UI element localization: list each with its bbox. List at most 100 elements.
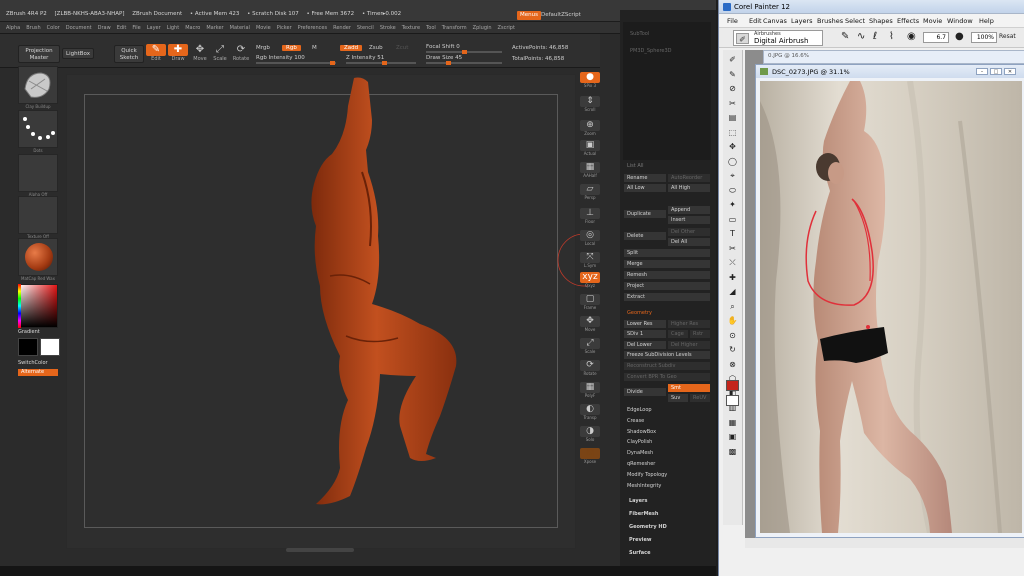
menu-item[interactable]: Preferences: [298, 22, 327, 33]
right-shelf-button[interactable]: ◎ Local: [580, 230, 600, 246]
subtool-list-item[interactable]: [627, 81, 687, 89]
all-high-button[interactable]: All High: [668, 184, 710, 192]
painter-menu-item[interactable]: Brushes: [817, 17, 843, 25]
divide-button[interactable]: Divide: [624, 388, 666, 396]
painter-menu-item[interactable]: Effects: [897, 17, 919, 25]
geometry-subpalette[interactable]: ClayPolish: [624, 438, 710, 446]
material-thumb[interactable]: MatCap Red Wax: [18, 238, 58, 281]
painter-menu-item[interactable]: File: [727, 17, 738, 25]
size-input[interactable]: 6.7: [923, 32, 949, 43]
move-button[interactable]: ✥ Move: [190, 44, 210, 62]
right-shelf-button[interactable]: ⟳ Rotate: [580, 360, 600, 376]
draw-size-slider[interactable]: Draw Size 45: [426, 55, 462, 61]
menu-item[interactable]: Document: [66, 22, 92, 33]
menu-item[interactable]: Picker: [277, 22, 292, 33]
brush-tracking-icon[interactable]: ✎: [841, 31, 849, 43]
stroke-thumb[interactable]: Dots: [18, 110, 58, 153]
draw-button[interactable]: ✚ Draw: [168, 44, 188, 62]
right-shelf-button[interactable]: ⊥ Floor: [580, 208, 600, 224]
right-shelf-button[interactable]: ⇕ Scroll: [580, 96, 600, 112]
default-script-button[interactable]: DefaultZScript: [541, 12, 581, 18]
menu-item[interactable]: Stroke: [380, 22, 396, 33]
delete-button[interactable]: Delete: [624, 232, 666, 240]
menu-item[interactable]: Transform: [442, 22, 467, 33]
focal-shift-track[interactable]: [426, 50, 502, 54]
menu-item[interactable]: Brush: [26, 22, 40, 33]
doc-maximize-button[interactable]: □: [990, 68, 1002, 75]
rotate-button[interactable]: ⟳ Rotate: [231, 44, 251, 62]
toolbox-tool-icon[interactable]: ⬚: [726, 127, 739, 138]
zsub-button[interactable]: Zsub: [369, 45, 383, 51]
suv-toggle[interactable]: Suv: [668, 394, 688, 402]
menus-button[interactable]: Menus: [517, 11, 541, 20]
palette-header[interactable]: Surface: [626, 549, 710, 557]
menu-item[interactable]: Stencil: [357, 22, 374, 33]
menu-item[interactable]: Layer: [147, 22, 161, 33]
texture-thumb[interactable]: Texture Off: [18, 196, 58, 239]
subtool-list-item[interactable]: [627, 149, 687, 157]
doc-close-button[interactable]: ✕: [1004, 68, 1016, 75]
toolbox-tool-icon[interactable]: ◢: [726, 286, 739, 297]
toolbox-tool-icon[interactable]: ✚: [726, 272, 739, 283]
freeze-subdivision-button[interactable]: Freeze SubDivision Levels: [624, 351, 710, 359]
sdiv-slider[interactable]: SDiv 1: [624, 330, 666, 338]
focal-shift-thumb[interactable]: [462, 50, 467, 54]
gradient-label[interactable]: Gradient: [18, 329, 40, 335]
z-intensity-track[interactable]: [346, 61, 416, 65]
secondary-color-swatch[interactable]: [40, 338, 60, 356]
main-color-swatch[interactable]: [726, 380, 739, 391]
opacity-input[interactable]: 100%: [971, 32, 997, 43]
geometry-subpalette[interactable]: ShadowBox: [624, 428, 710, 436]
toolbox-tool-icon[interactable]: ✂: [726, 243, 739, 254]
right-shelf-button[interactable]: xyz Qxyz: [580, 272, 600, 288]
toolbox-tool-icon[interactable]: ✦: [726, 199, 739, 210]
rgb-intensity-slider[interactable]: Rgb Intensity 100: [256, 55, 305, 61]
right-shelf-button[interactable]: ▱ Persp: [580, 184, 600, 200]
painter-menu-item[interactable]: Movie: [923, 17, 942, 25]
draw-size-track[interactable]: [426, 61, 502, 65]
draw-size-thumb[interactable]: [446, 61, 451, 65]
freehand-icon[interactable]: ℓ: [873, 31, 877, 43]
alpha-thumb[interactable]: Alpha Off: [18, 154, 58, 197]
menu-item[interactable]: Tool: [426, 22, 436, 33]
doc-minimize-button[interactable]: –: [976, 68, 988, 75]
right-shelf-button[interactable]: ⤧ L.Sym: [580, 252, 600, 268]
scale-button[interactable]: ⤢ Scale: [210, 44, 230, 62]
geometry-subpalette[interactable]: EdgeLoop: [624, 406, 710, 414]
additional-color-swatch[interactable]: [726, 395, 739, 406]
toolbox-tool-icon[interactable]: ✥: [726, 141, 739, 152]
toolbox-tool-icon[interactable]: ▦: [726, 417, 739, 428]
del-all-button[interactable]: Del All: [668, 238, 710, 246]
all-low-button[interactable]: All Low: [624, 184, 666, 192]
rgb-intensity-thumb[interactable]: [330, 61, 335, 65]
geometry-subpalette[interactable]: MeshIntegrity: [624, 482, 710, 490]
right-shelf-button[interactable]: ◐ Transp: [580, 404, 600, 420]
m-button[interactable]: M: [312, 45, 317, 51]
menu-item[interactable]: Macro: [185, 22, 200, 33]
right-shelf-button[interactable]: ⊕ Zoom: [580, 120, 600, 136]
menu-item[interactable]: Movie: [256, 22, 271, 33]
menu-item[interactable]: Zscript: [498, 22, 515, 33]
painter-menu-item[interactable]: Layers: [791, 17, 813, 25]
menu-item[interactable]: Edit: [117, 22, 127, 33]
toolbox-tool-icon[interactable]: ✎: [726, 69, 739, 80]
geometry-subpalette[interactable]: Modify Topology: [624, 471, 710, 479]
toolbox-tool-icon[interactable]: ⊘: [726, 83, 739, 94]
painter-menu-item[interactable]: Help: [979, 17, 994, 25]
geometry-subpalette[interactable]: qRemesher: [624, 460, 710, 468]
opacity-icon[interactable]: ●: [955, 31, 964, 43]
brush-selector[interactable]: ✐ Airbrushes Digital Airbrush: [733, 30, 823, 46]
right-shelf-button[interactable]: ⤢ Scale: [580, 338, 600, 354]
toolbox-tool-icon[interactable]: ⌕: [726, 301, 739, 312]
quick-sketch-button[interactable]: Quick Sketch: [114, 45, 144, 63]
reference-photo[interactable]: [760, 81, 1022, 533]
alternate-button[interactable]: Alternate: [18, 369, 58, 376]
rename-button[interactable]: Rename: [624, 174, 666, 182]
insert-button[interactable]: Insert: [668, 216, 710, 224]
toolbox-tool-icon[interactable]: ⊗: [726, 359, 739, 370]
smt-toggle[interactable]: Smt: [668, 384, 710, 392]
toolbox-tool-icon[interactable]: ◯: [726, 156, 739, 167]
menu-item[interactable]: Draw: [98, 22, 111, 33]
split-button[interactable]: Split: [624, 249, 710, 257]
right-shelf-button[interactable]: ▢ Frame: [580, 294, 600, 310]
